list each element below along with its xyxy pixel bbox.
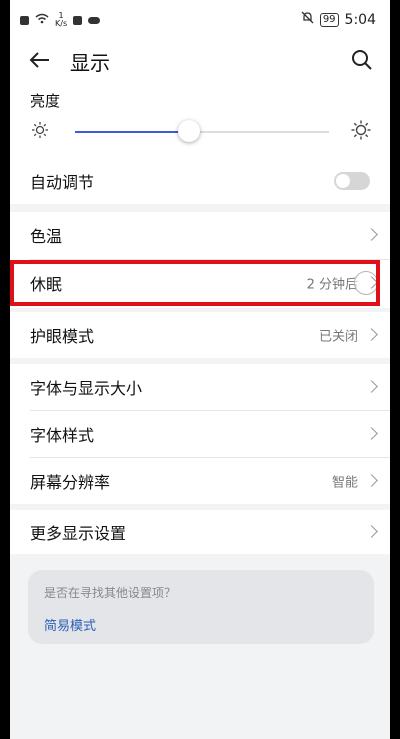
auto-adjust-label: 自动调节	[30, 173, 95, 192]
auto-adjust-toggle[interactable]	[334, 172, 370, 190]
display-card-1: 色温 休眠 2 分钟后	[10, 212, 390, 308]
font-display-size-label: 字体与显示大小	[30, 379, 143, 398]
notification-icon	[73, 15, 83, 25]
brightness-slider[interactable]	[75, 120, 329, 142]
network-speed: 1 K/s	[55, 11, 68, 28]
sleep-row[interactable]: 休眠 2 分钟后	[10, 260, 390, 306]
color-temp-row[interactable]: 色温	[10, 212, 390, 258]
chevron-right-icon	[365, 328, 378, 341]
simple-mode-link[interactable]: 简易模式	[44, 615, 96, 634]
brightness-slider-fill	[75, 131, 190, 133]
font-style-label: 字体样式	[30, 426, 95, 445]
brightness-high-icon	[350, 119, 372, 145]
eye-care-card: 护眼模式 已关闭	[10, 312, 390, 358]
color-temp-label: 色温	[30, 227, 63, 246]
page-title: 显示	[70, 51, 110, 75]
status-time: 5:04	[344, 11, 376, 28]
screen: 1 K/s 99 5:04 显示 亮度 自动调节 色温 休眠 2 分钟后 护眼模…	[10, 0, 390, 739]
eye-care-row[interactable]: 护眼模式 已关闭	[10, 312, 390, 358]
resolution-label: 屏幕分辨率	[30, 473, 111, 492]
auto-adjust-row[interactable]: 自动调节	[10, 158, 390, 204]
app-header: 显示	[10, 38, 390, 82]
display-card-2: 字体与显示大小 字体样式 屏幕分辨率 智能	[10, 364, 390, 504]
sim-icon	[20, 15, 29, 25]
battery-indicator: 99	[319, 12, 339, 27]
brightness-low-icon	[30, 120, 50, 144]
brightness-slider-thumb[interactable]	[178, 120, 201, 142]
sleep-value: 2 分钟后	[306, 277, 358, 293]
chevron-right-icon	[365, 380, 378, 393]
mute-icon	[301, 11, 314, 28]
back-arrow-icon[interactable]	[28, 48, 52, 72]
chevron-right-icon	[365, 474, 378, 487]
wifi-icon	[35, 13, 49, 28]
eye-care-value: 已关闭	[318, 329, 358, 345]
more-display-row[interactable]: 更多显示设置	[10, 510, 390, 554]
more-display-card: 更多显示设置	[10, 510, 390, 554]
search-icon[interactable]	[350, 48, 374, 72]
resolution-value: 智能	[331, 475, 358, 491]
font-display-size-row[interactable]: 字体与显示大小	[10, 364, 390, 410]
status-bar: 1 K/s 99 5:04	[10, 0, 390, 38]
suggestion-card: 是否在寻找其他设置项？ 简易模式	[28, 570, 374, 644]
brightness-card: 亮度 自动调节	[10, 82, 390, 204]
more-display-label: 更多显示设置	[30, 524, 127, 543]
toggle-knob	[336, 174, 350, 188]
brightness-label: 亮度	[30, 92, 61, 110]
chevron-right-icon	[365, 427, 378, 440]
chevron-right-icon	[365, 228, 378, 241]
cloud-icon	[88, 16, 101, 24]
resolution-row[interactable]: 屏幕分辨率 智能	[10, 458, 390, 504]
suggestion-question: 是否在寻找其他设置项？	[44, 586, 177, 600]
chevron-right-icon	[365, 525, 378, 538]
font-style-row[interactable]: 字体样式	[10, 411, 390, 457]
sleep-label: 休眠	[30, 275, 63, 294]
eye-care-label: 护眼模式	[30, 327, 95, 346]
